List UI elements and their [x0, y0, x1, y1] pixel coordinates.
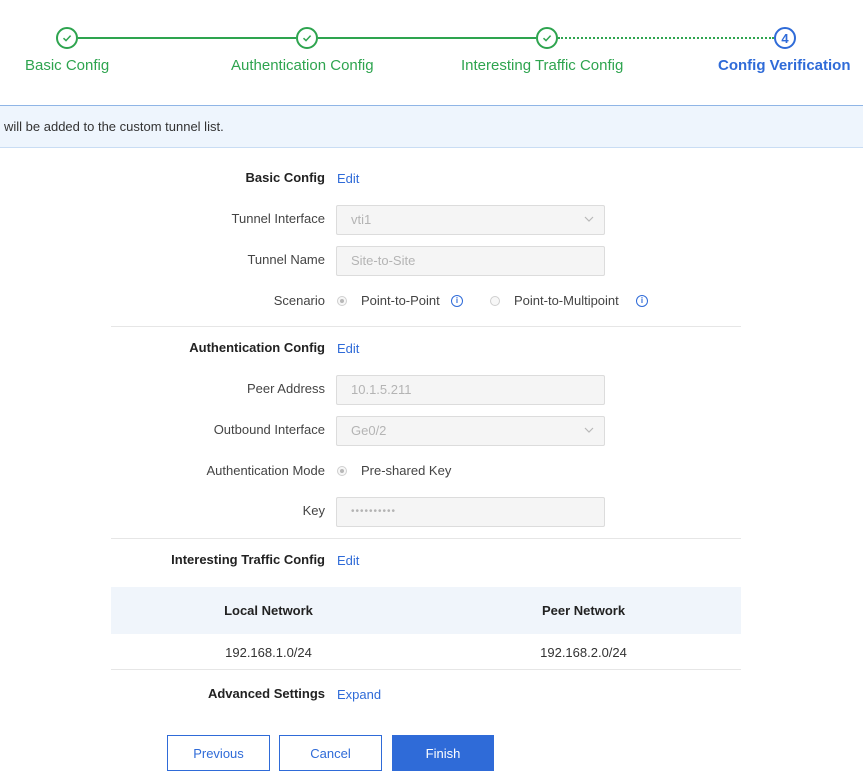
auth-mode-pre-shared-key-radio[interactable]	[337, 466, 347, 476]
step-4-label: Config Verification	[718, 57, 851, 74]
info-icon[interactable]: i	[636, 295, 648, 307]
step-3-label: Interesting Traffic Config	[461, 57, 624, 74]
auth-mode-label: Authentication Mode	[206, 463, 325, 478]
advanced-settings-expand-link[interactable]: Expand	[337, 687, 381, 702]
basic-config-edit-link[interactable]: Edit	[337, 171, 359, 186]
step-1-check-icon	[56, 27, 78, 49]
peer-address-input[interactable]: 10.1.5.211	[336, 375, 605, 405]
info-icon[interactable]: i	[451, 295, 463, 307]
cancel-button[interactable]: Cancel	[279, 735, 382, 771]
scenario-point-to-point-radio[interactable]	[337, 296, 347, 306]
chevron-down-icon	[584, 216, 594, 222]
auth-mode-value: Pre-shared Key	[361, 463, 452, 478]
step-2-label: Authentication Config	[231, 57, 374, 74]
section-divider	[111, 326, 741, 327]
column-header-local-network: Local Network	[224, 603, 313, 618]
scenario-option-2-label: Point-to-Multipoint	[514, 293, 619, 308]
info-banner: will be added to the custom tunnel list.	[0, 105, 863, 148]
step-connector	[558, 37, 774, 39]
chevron-down-icon	[584, 427, 594, 433]
local-network-cell: 192.168.1.0/24	[225, 645, 312, 660]
tunnel-name-label: Tunnel Name	[247, 252, 325, 267]
traffic-config-title: Interesting Traffic Config	[171, 552, 325, 567]
tunnel-interface-value: vti1	[351, 212, 372, 227]
tunnel-interface-select[interactable]: vti1	[336, 205, 605, 235]
scenario-option-1-label: Point-to-Point	[361, 293, 440, 308]
step-4-number: 4	[774, 27, 796, 49]
scenario-label: Scenario	[273, 293, 325, 308]
key-label: Key	[302, 503, 325, 518]
step-connector	[78, 37, 296, 39]
step-connector	[318, 37, 536, 39]
tunnel-interface-label: Tunnel Interface	[231, 211, 325, 226]
key-input[interactable]: ••••••••••	[336, 497, 605, 527]
step-3-check-icon	[536, 27, 558, 49]
section-divider	[111, 538, 741, 539]
outbound-interface-select[interactable]: Ge0/2	[336, 416, 605, 446]
previous-button[interactable]: Previous	[167, 735, 270, 771]
scenario-point-to-multipoint-radio[interactable]	[490, 296, 500, 306]
step-1-label: Basic Config	[25, 57, 110, 74]
auth-config-title: Authentication Config	[189, 340, 325, 355]
basic-config-title: Basic Config	[245, 170, 325, 185]
traffic-config-edit-link[interactable]: Edit	[337, 553, 359, 568]
step-2-check-icon	[296, 27, 318, 49]
table-row-divider	[111, 669, 741, 670]
tunnel-name-input[interactable]: Site-to-Site	[336, 246, 605, 276]
finish-button[interactable]: Finish	[392, 735, 494, 771]
auth-config-edit-link[interactable]: Edit	[337, 341, 359, 356]
advanced-settings-title: Advanced Settings	[207, 686, 325, 701]
peer-network-cell: 192.168.2.0/24	[540, 645, 627, 660]
column-header-peer-network: Peer Network	[541, 603, 626, 618]
outbound-interface-label: Outbound Interface	[213, 422, 325, 437]
peer-address-label: Peer Address	[246, 381, 325, 396]
outbound-interface-value: Ge0/2	[351, 423, 387, 438]
